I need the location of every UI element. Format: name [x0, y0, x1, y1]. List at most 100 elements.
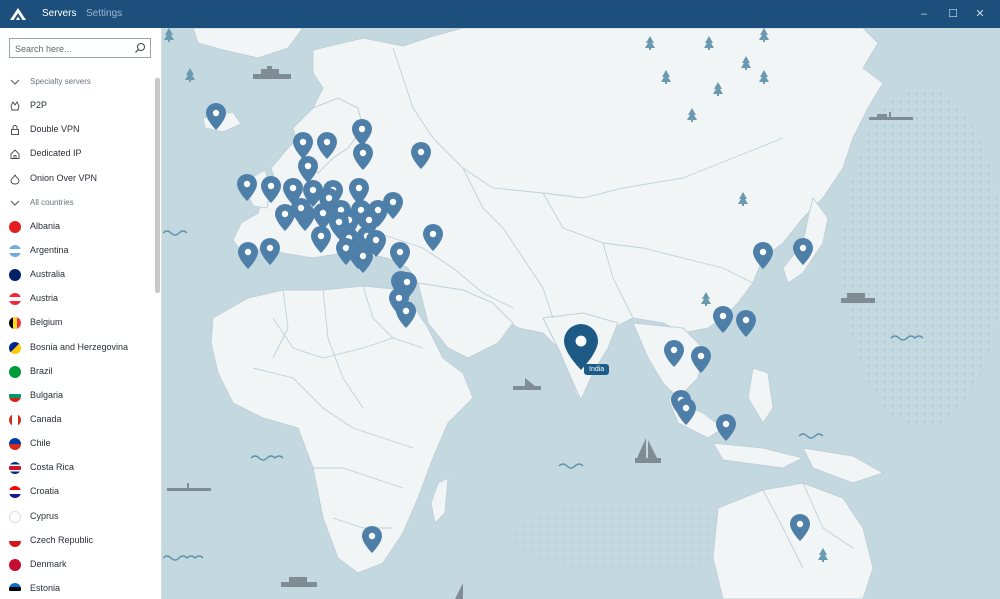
austria-flag-icon [9, 293, 21, 306]
search-box[interactable] [9, 38, 151, 58]
server-pin[interactable] [260, 238, 280, 265]
server-pin[interactable] [411, 142, 431, 169]
world-map[interactable]: India [163, 28, 1000, 599]
server-pin[interactable] [366, 230, 386, 257]
server-pin[interactable] [383, 192, 403, 219]
server-pin[interactable] [291, 198, 311, 225]
country-item-croatia[interactable]: Croatia [0, 480, 154, 504]
czech-republic-flag-icon [9, 534, 21, 547]
server-pin[interactable] [317, 132, 337, 159]
country-label: Australia [30, 269, 66, 280]
active-country-label: India [584, 364, 610, 375]
server-pin[interactable] [736, 310, 756, 337]
sidebar-item-p2p[interactable]: P2P [0, 94, 154, 118]
close-icon[interactable]: ✕ [972, 6, 988, 22]
server-pin[interactable] [319, 188, 339, 215]
server-pin[interactable] [396, 301, 416, 328]
brazil-flag-icon [9, 365, 21, 378]
country-item-albania[interactable]: Albania [0, 215, 154, 239]
country-item-brazil[interactable]: Brazil [0, 360, 154, 384]
country-item-denmark[interactable]: Denmark [0, 553, 154, 577]
belgium-flag-icon [9, 317, 21, 330]
sidebar-item-onion-over-vpn[interactable]: Onion Over VPN [0, 167, 154, 191]
sidebar-item-double-vpn[interactable]: Double VPN [0, 118, 154, 142]
tab-servers[interactable]: Servers [42, 8, 76, 19]
server-pin[interactable] [237, 174, 257, 201]
country-label: Denmark [30, 558, 67, 569]
nordvpn-logo-icon [10, 8, 26, 20]
country-item-costa-rica[interactable]: Costa Rica [0, 456, 154, 480]
country-label: Croatia [30, 486, 60, 497]
country-label: Bulgaria [30, 389, 64, 400]
chevron-down-icon [10, 79, 20, 85]
sidebar-scrollbar[interactable] [155, 78, 160, 293]
server-pin[interactable] [390, 242, 410, 269]
country-item-chile[interactable]: Chile [0, 432, 154, 456]
estonia-flag-icon [9, 582, 21, 595]
search-input[interactable] [15, 42, 133, 55]
sidebar-item-label: Double VPN [30, 124, 80, 135]
minimize-icon[interactable]: – [916, 6, 932, 22]
country-item-belgium[interactable]: Belgium [0, 311, 154, 335]
sidebar-item-dedicated-ip[interactable]: Dedicated IP [0, 142, 154, 166]
title-bar: Servers Settings – ☐ ✕ [0, 0, 1000, 28]
country-item-argentina[interactable]: Argentina [0, 239, 154, 263]
country-label: Bosnia and Herzegovina [30, 341, 129, 352]
country-item-austria[interactable]: Austria [0, 287, 154, 311]
albania-flag-icon [9, 220, 21, 233]
country-item-cyprus[interactable]: Cyprus [0, 505, 154, 529]
argentina-flag-icon [9, 244, 21, 257]
server-pin[interactable] [423, 224, 443, 251]
chevron-down-icon [10, 200, 20, 206]
country-label: Belgium [30, 317, 63, 328]
sidebar-item-label: Onion Over VPN [30, 172, 98, 183]
country-item-estonia[interactable]: Estonia [0, 577, 154, 599]
server-pin[interactable] [311, 226, 331, 253]
server-pin[interactable] [664, 340, 684, 367]
country-item-czech-republic[interactable]: Czech Republic [0, 529, 154, 553]
country-label: Brazil [30, 365, 53, 376]
server-pin[interactable] [753, 242, 773, 269]
canada-flag-icon [9, 413, 21, 426]
server-pin[interactable] [206, 103, 226, 130]
country-label: Argentina [30, 244, 69, 255]
home-icon [10, 149, 20, 160]
server-pin[interactable] [691, 346, 711, 373]
server-pin[interactable] [793, 238, 813, 265]
all-countries-header[interactable]: All countries [0, 191, 154, 215]
country-item-bosnia-and-herzegovina[interactable]: Bosnia and Herzegovina [0, 336, 154, 360]
maximize-icon[interactable]: ☐ [945, 6, 961, 22]
server-pin[interactable] [397, 272, 417, 299]
server-pin[interactable] [261, 176, 281, 203]
country-label: Costa Rica [30, 462, 75, 473]
country-label: Estonia [30, 582, 61, 593]
country-item-australia[interactable]: Australia [0, 263, 154, 287]
server-pin[interactable] [362, 526, 382, 553]
server-pin[interactable] [238, 242, 258, 269]
server-sidebar: Specialty servers P2P Double VPN Dedicat… [0, 28, 162, 599]
croatia-flag-icon [9, 486, 21, 499]
server-pin[interactable] [676, 398, 696, 425]
country-item-canada[interactable]: Canada [0, 408, 154, 432]
server-pin[interactable] [329, 212, 349, 239]
server-pin[interactable] [352, 119, 372, 146]
server-pin[interactable] [713, 306, 733, 333]
bosnia-and-herzegovina-flag-icon [9, 341, 21, 354]
search-icon[interactable] [134, 42, 146, 54]
country-item-bulgaria[interactable]: Bulgaria [0, 384, 154, 408]
server-pin[interactable] [353, 143, 373, 170]
sidebar-item-label: P2P [30, 100, 48, 111]
server-pin[interactable] [790, 514, 810, 541]
server-list: Specialty servers P2P Double VPN Dedicat… [0, 70, 154, 599]
lock-icon [11, 125, 19, 136]
country-label: Albania [30, 220, 61, 231]
specialty-servers-header[interactable]: Specialty servers [0, 70, 154, 94]
specialty-servers-label: Specialty servers [30, 77, 91, 86]
costa-rica-flag-icon [9, 462, 21, 475]
country-label: Chile [30, 438, 51, 449]
server-pin[interactable] [716, 414, 736, 441]
country-label: Canada [30, 413, 62, 424]
country-label: Cyprus [30, 510, 59, 521]
tab-settings[interactable]: Settings [86, 8, 122, 19]
server-pin[interactable] [293, 132, 313, 159]
